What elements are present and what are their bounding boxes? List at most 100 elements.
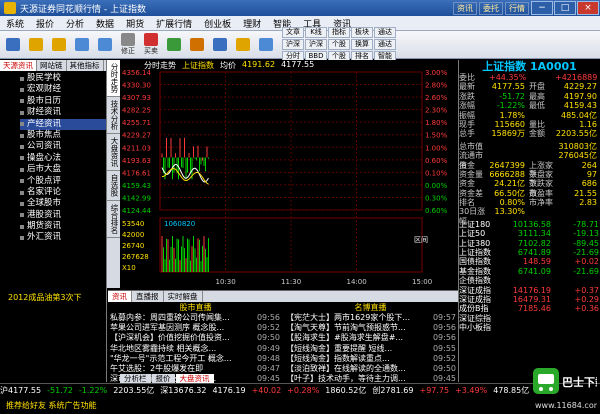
news-tab-analysis[interactable]: 实时解盘	[164, 291, 203, 302]
left-panel-item[interactable]: 全球股市	[20, 198, 106, 209]
maximize-button[interactable]: □	[554, 1, 576, 15]
index-row[interactable]: 上证180 10136.58 -78.71	[459, 220, 600, 229]
news-item[interactable]: 【股海求生】#股海求生解盘#... 09:56	[286, 333, 456, 343]
left-panel-ticker[interactable]: 2012成品油第3次下	[0, 292, 106, 303]
price-tick-label: 4282.25	[122, 107, 151, 115]
news-item[interactable]: 苹果公司进军基因测序 概念股... 09:52	[110, 323, 280, 333]
index-row[interactable]: 深证成指 16479.31 +0.29	[459, 295, 600, 304]
forward-tool[interactable]	[48, 33, 70, 57]
side-tab[interactable]: 大盘资讯	[107, 134, 120, 171]
quick-btn-6[interactable]: 沪深	[282, 39, 304, 50]
quick-btn-2[interactable]: K线	[305, 27, 327, 38]
news-item[interactable]: 【淡泊致禅】在线解读的全通数... 09:50	[286, 364, 456, 374]
news-item[interactable]: 【淘气天尊】节前淘气预报惑节... 09:56	[286, 323, 456, 333]
tab-tianyuan-news[interactable]: 天源资讯	[0, 60, 37, 71]
tab-site-links[interactable]: 网站链	[37, 60, 67, 71]
bottom-tab-analysis[interactable]: 分析栏	[120, 374, 151, 383]
menu-quote[interactable]: 报价	[30, 17, 60, 30]
news-item[interactable]: 午艾选股：2牛股爆发在即 09:47	[110, 364, 280, 374]
tab-other[interactable]: 其他指标	[67, 60, 104, 71]
title-link-trade[interactable]: 委托	[479, 1, 503, 15]
menu-data[interactable]: 数据	[90, 17, 120, 30]
left-panel-item[interactable]: 后市大盘	[20, 164, 106, 175]
title-link-quote[interactable]: 行情	[505, 1, 529, 15]
menu-futures[interactable]: 期货	[120, 17, 150, 30]
menu-finance[interactable]: 理财	[237, 17, 267, 30]
left-panel-item[interactable]: 宏观财经	[20, 84, 106, 95]
index-row[interactable]: 中小板指	[459, 323, 600, 332]
left-panel-item[interactable]: 外汇资讯	[20, 232, 106, 243]
side-tab[interactable]: 自选股	[107, 171, 120, 201]
modify-tool[interactable]: 修正	[117, 33, 139, 57]
side-tab[interactable]: 技术分析	[107, 97, 120, 134]
forward-arrow-icon	[52, 38, 66, 51]
percent-tick-label: 1.50%	[425, 132, 448, 140]
index-row[interactable]: 上证指数 6741.89 -21.69	[459, 248, 600, 257]
quick-btn-4[interactable]: 板块	[351, 27, 373, 38]
mail-tool[interactable]	[232, 33, 254, 57]
news-tab-news[interactable]: 资讯	[108, 291, 132, 302]
side-tab[interactable]: 分时走势	[107, 60, 120, 97]
news-item[interactable]: 华北地区雾霾持续 相关概念... 09:49	[110, 344, 280, 354]
chart-index-name: 上证指数	[182, 61, 214, 70]
left-panel-item[interactable]: 操盘心法	[20, 153, 106, 164]
quick-btn-3[interactable]: 指标	[328, 27, 350, 38]
news-item[interactable]: 【短线淘金】重要提醒 短线... 09:55	[286, 344, 456, 354]
left-panel-item[interactable]: 股民学校	[20, 73, 106, 84]
trade-tool[interactable]: 买卖	[140, 33, 162, 57]
footer-text[interactable]: 推荐给好友 系统广告功能	[6, 400, 97, 411]
index-row[interactable]: 国债指数 148.59 +0.02	[459, 257, 600, 266]
news-item[interactable]: "华龙一号"示范工程今开工 概念... 09:48	[110, 354, 280, 364]
menu-gem[interactable]: 创业板	[198, 17, 237, 30]
chart-svg[interactable]: 4356.14 3.00% 4330.30 2.80% 4307.93 2.60% 4282…	[120, 60, 458, 286]
quick-btn-9[interactable]: 换算	[351, 39, 373, 50]
refresh-tool[interactable]	[163, 33, 185, 57]
close-button[interactable]: ×	[577, 1, 599, 15]
left-panel-item[interactable]: 产经资讯	[20, 118, 106, 130]
quote-row: 现手 115660 量比 1.16	[459, 120, 600, 129]
index-row[interactable]: 基金指数 6741.09 -21.69	[459, 267, 600, 276]
quick-btn-1[interactable]: 文章	[282, 27, 304, 38]
index-row[interactable]: 成份B指 7185.46 +0.36	[459, 304, 600, 313]
side-tab[interactable]: 综合排名	[107, 201, 120, 238]
news-item[interactable]: 【短线淘金】指数解读重点... 09:52	[286, 354, 456, 364]
quick-btn-7[interactable]: 沪深	[305, 39, 327, 50]
home-tool[interactable]	[2, 33, 24, 57]
index-row[interactable]: 上证50 3111.34 -19.13	[459, 229, 600, 238]
back-tool[interactable]	[25, 33, 47, 57]
left-panel-item[interactable]: 股市焦点	[20, 130, 106, 141]
index-row[interactable]: 深证综指	[459, 314, 600, 323]
down-tool[interactable]	[94, 33, 116, 57]
title-link-news[interactable]: 资讯	[453, 1, 477, 15]
chart-tool[interactable]	[186, 33, 208, 57]
bottom-tab-quote[interactable]: 报价	[151, 374, 175, 383]
index-row[interactable]: 深证成指 14176.19 +0.37	[459, 286, 600, 295]
quick-btn-8[interactable]: 个股	[328, 39, 350, 50]
percent-tick-label: 2.80%	[425, 82, 448, 90]
news-item[interactable]: 私募内参：周四重磅公司传闻集... 09:56	[110, 313, 280, 323]
left-panel-item[interactable]: 个股点评	[20, 176, 106, 187]
left-panel-item[interactable]: 财经资讯	[20, 107, 106, 118]
bottom-tab-market-news[interactable]: 大盘资讯	[175, 374, 214, 383]
index-row[interactable]: 上证380 7102.82 -89.45	[459, 239, 600, 248]
up-tool[interactable]	[71, 33, 93, 57]
left-panel-item[interactable]: 港股资讯	[20, 210, 106, 221]
left-panel-item[interactable]: 期货资讯	[20, 221, 106, 232]
menu-extended[interactable]: 扩展行情	[150, 17, 198, 30]
price-tick-label: 4330.30	[122, 82, 151, 90]
minimize-button[interactable]: −	[531, 1, 553, 15]
news-item[interactable]: 【沪深机会】价值挖掘价值投资... 09:50	[110, 333, 280, 343]
left-panel-item[interactable]: 公司资讯	[20, 141, 106, 152]
left-panel-item[interactable]: 股市日历	[20, 96, 106, 107]
left-panel-item[interactable]: 名家评论	[20, 187, 106, 198]
quick-btn-10[interactable]: 通达	[374, 39, 396, 50]
menu-system[interactable]: 系统	[0, 17, 30, 30]
menu-analysis[interactable]: 分析	[60, 17, 90, 30]
search-tool[interactable]	[255, 33, 277, 57]
quick-btn-5[interactable]: 通达	[374, 27, 396, 38]
news-tab-live[interactable]: 直播报	[132, 291, 164, 302]
index-cell: 7102.82	[517, 238, 551, 248]
index-row[interactable]: 企债指数	[459, 276, 600, 285]
news-item[interactable]: 【宪茫大士】两市1629家个股下... 09:57	[286, 313, 456, 323]
news-tool[interactable]	[209, 33, 231, 57]
